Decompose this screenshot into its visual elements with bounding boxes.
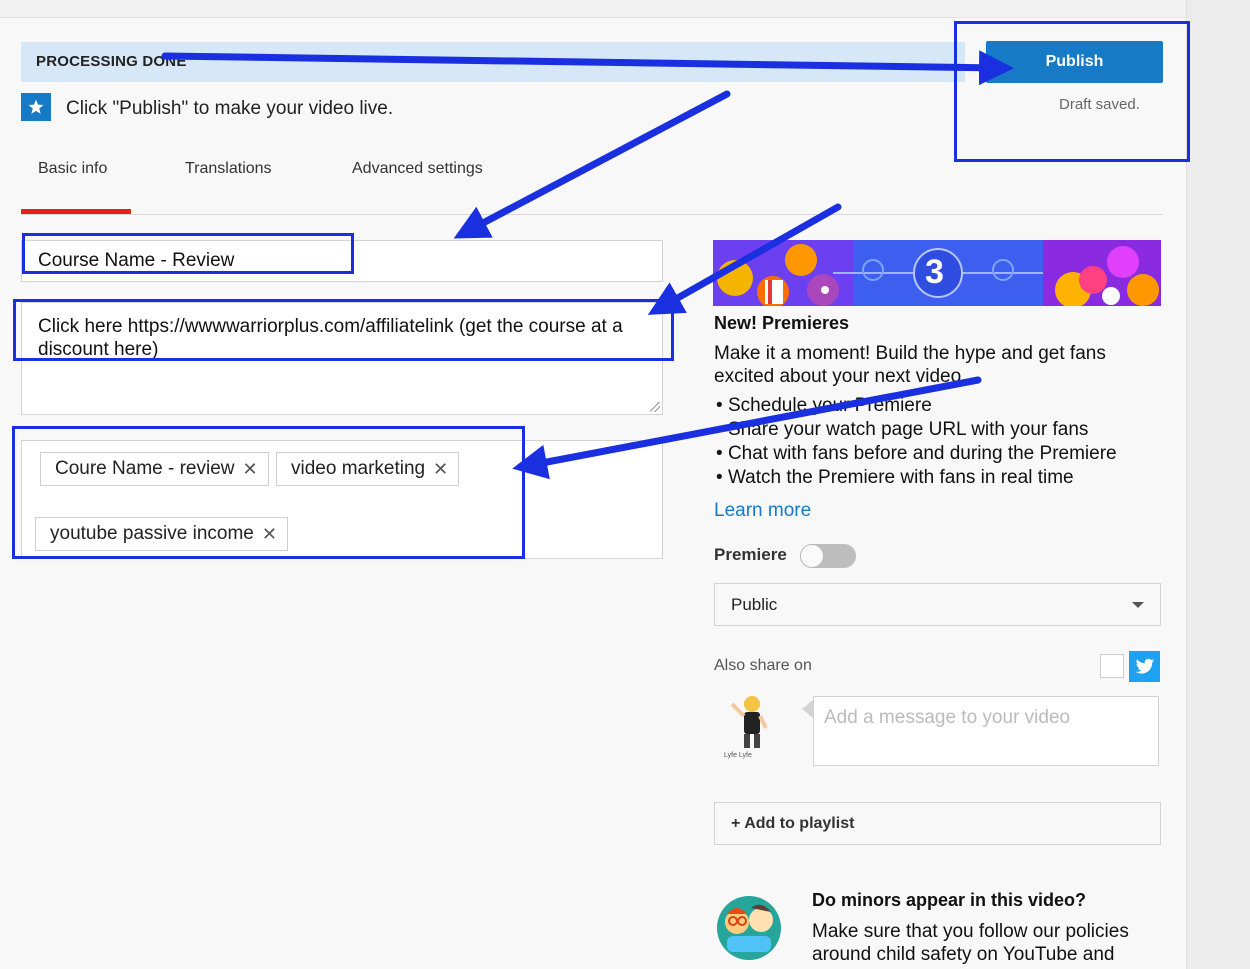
tab-advanced-settings[interactable]: Advanced settings bbox=[352, 160, 483, 178]
tag-chip: video marketing ✕ bbox=[276, 452, 460, 486]
draft-status: Draft saved. bbox=[1059, 96, 1140, 113]
twitter-icon[interactable] bbox=[1129, 651, 1160, 682]
resize-grip-icon[interactable] bbox=[650, 402, 660, 412]
twitter-share-checkbox[interactable] bbox=[1100, 654, 1124, 678]
star-icon bbox=[21, 93, 51, 121]
list-item: Watch the Premiere with fans in real tim… bbox=[716, 466, 1117, 490]
banner-countdown: 3 bbox=[925, 253, 944, 291]
title-value: Course Name - Review bbox=[38, 250, 235, 271]
tab-basic-info[interactable]: Basic info bbox=[38, 160, 107, 178]
message-pointer bbox=[802, 700, 813, 718]
tag-label: Coure Name - review bbox=[55, 458, 235, 479]
tag-label: youtube passive income bbox=[50, 523, 254, 544]
premieres-banner: 3 bbox=[713, 240, 1161, 306]
premiere-toggle[interactable] bbox=[800, 544, 856, 568]
tag-chip: youtube passive income ✕ bbox=[35, 517, 288, 551]
tags-input[interactable]: Coure Name - review ✕ video marketing ✕ … bbox=[21, 440, 663, 559]
visibility-select[interactable]: Public bbox=[714, 583, 1161, 626]
processing-bar: PROCESSING DONE bbox=[21, 42, 965, 82]
tag-chip: Coure Name - review ✕ bbox=[40, 452, 269, 486]
window-edge bbox=[1186, 0, 1250, 969]
description-input[interactable]: Click here https://wwwwarriorplus.com/af… bbox=[21, 302, 663, 415]
list-item: Share your watch page URL with your fans bbox=[716, 418, 1117, 442]
list-item: Chat with fans before and during the Pre… bbox=[716, 442, 1117, 466]
minors-description: Make sure that you follow our policies a… bbox=[812, 921, 1129, 965]
share-message-input[interactable] bbox=[813, 696, 1159, 766]
minors-title: Do minors appear in this video? bbox=[812, 890, 1087, 910]
premieres-title: New! Premieres bbox=[714, 313, 850, 333]
kids-icon bbox=[713, 892, 785, 960]
title-input[interactable]: Course Name - Review bbox=[21, 240, 663, 282]
learn-more-link[interactable]: Learn more bbox=[714, 500, 811, 522]
list-item: Schedule your Premiere bbox=[716, 394, 1117, 418]
publish-button[interactable]: Publish bbox=[986, 41, 1163, 83]
toggle-knob bbox=[800, 544, 824, 568]
browser-top-strip bbox=[0, 0, 1195, 18]
also-share-label: Also share on bbox=[714, 657, 812, 674]
arrow-to-title bbox=[453, 90, 731, 239]
close-icon[interactable]: ✕ bbox=[243, 459, 258, 480]
tab-translations[interactable]: Translations bbox=[185, 160, 272, 178]
chevron-down-icon bbox=[1132, 602, 1144, 608]
processing-status: PROCESSING DONE bbox=[36, 53, 187, 70]
tab-divider bbox=[21, 214, 1163, 215]
publish-hint: Click "Publish" to make your video live. bbox=[66, 98, 394, 119]
premieres-description: Make it a moment! Build the hype and get… bbox=[714, 343, 1106, 387]
close-icon[interactable]: ✕ bbox=[262, 524, 277, 545]
description-value: Click here https://wwwwarriorplus.com/af… bbox=[38, 316, 623, 360]
add-to-playlist-button[interactable]: + Add to playlist bbox=[714, 802, 1161, 845]
avatar-caption: Lyfe Lyfe bbox=[724, 752, 752, 759]
add-to-playlist-label: + Add to playlist bbox=[731, 815, 855, 832]
visibility-value: Public bbox=[731, 595, 778, 614]
premieres-bullets: Schedule your Premiere Share your watch … bbox=[716, 394, 1117, 490]
premiere-toggle-label: Premiere bbox=[714, 545, 787, 564]
close-icon[interactable]: ✕ bbox=[433, 459, 448, 480]
tag-label: video marketing bbox=[291, 458, 426, 479]
